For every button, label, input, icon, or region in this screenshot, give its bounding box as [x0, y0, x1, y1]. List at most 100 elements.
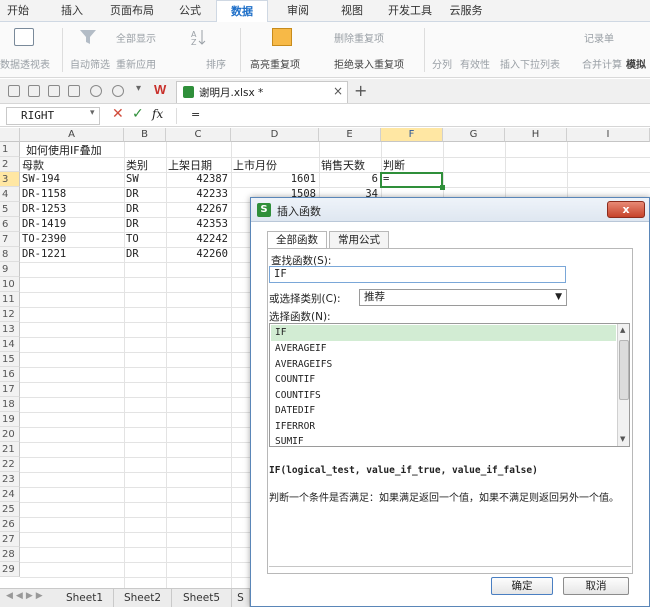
header-cell[interactable]: 上市月份	[233, 158, 277, 173]
row-header[interactable]: 17	[0, 382, 20, 397]
row-header[interactable]: 19	[0, 412, 20, 427]
insert-function-icon[interactable]: fx	[152, 107, 163, 121]
row-header[interactable]: 4	[0, 187, 20, 202]
tab-common-formulas[interactable]: 常用公式	[329, 231, 389, 248]
insert-dropdown-button[interactable]: 插入下拉列表	[500, 56, 560, 71]
tab-data[interactable]: 数据	[216, 0, 268, 23]
row-header[interactable]: 5	[0, 202, 20, 217]
cancel-formula-icon[interactable]: ✕	[112, 106, 124, 122]
list-item[interactable]: DATEDIF	[271, 403, 616, 419]
sheet-nav-arrows-icon[interactable]: ◀◀▶▶	[6, 591, 46, 601]
data-cell[interactable]: 42242	[166, 232, 228, 247]
row-header[interactable]: 13	[0, 322, 20, 337]
search-function-input[interactable]: IF	[269, 266, 566, 283]
print-icon[interactable]	[48, 85, 60, 97]
cancel-button[interactable]: 取消	[563, 577, 629, 595]
list-item[interactable]: COUNTIF	[271, 372, 616, 388]
row-header[interactable]: 21	[0, 442, 20, 457]
list-item[interactable]: SUMIF	[271, 434, 616, 446]
document-tab[interactable]: 谢明月.xlsx * ×	[176, 81, 348, 103]
data-cell[interactable]: DR	[126, 202, 166, 217]
close-tab-icon[interactable]: ×	[333, 84, 343, 98]
scroll-down-icon[interactable]: ▼	[620, 435, 625, 443]
data-cell[interactable]: DR-1419	[22, 217, 122, 232]
sheet-title-cell[interactable]: 如何使用IF叠加	[26, 143, 102, 158]
fill-handle[interactable]	[440, 185, 445, 190]
row-header[interactable]: 29	[0, 562, 20, 577]
tab-page-layout[interactable]: 页面布局	[104, 0, 160, 22]
new-tab-icon[interactable]: +	[354, 81, 367, 100]
data-cell[interactable]: DR-1253	[22, 202, 122, 217]
select-all-corner[interactable]	[0, 128, 20, 142]
column-header[interactable]: C	[166, 128, 231, 142]
ok-button[interactable]: 确定	[491, 577, 553, 595]
category-select[interactable]: 推荐 ▼	[359, 289, 567, 306]
tab-view[interactable]: 视图	[332, 0, 372, 22]
row-header[interactable]: 6	[0, 217, 20, 232]
data-cell[interactable]: 42260	[166, 247, 228, 262]
header-cell[interactable]: 判断	[383, 158, 405, 173]
tab-all-functions[interactable]: 全部函数	[267, 231, 327, 249]
data-cell[interactable]: DR	[126, 247, 166, 262]
sheet-tab[interactable]: Sheet1	[56, 589, 114, 607]
column-header[interactable]: E	[319, 128, 381, 142]
row-header[interactable]: 14	[0, 337, 20, 352]
merge-calc-button[interactable]: 合并计算	[582, 56, 622, 71]
sheet-tab[interactable]: Sheet5	[172, 589, 232, 607]
tab-home[interactable]: 开始	[0, 0, 36, 22]
row-header[interactable]: 9	[0, 262, 20, 277]
customize-arrow-icon[interactable]: ▾	[136, 83, 141, 94]
column-header[interactable]: A	[20, 128, 124, 142]
row-header[interactable]: 2	[0, 157, 20, 172]
redo-icon[interactable]	[112, 85, 124, 97]
dialog-close-button[interactable]: x	[607, 201, 645, 218]
list-item[interactable]: AVERAGEIFS	[271, 357, 616, 373]
row-header[interactable]: 3	[0, 172, 20, 187]
header-cell[interactable]: 母款	[22, 158, 44, 173]
data-cell[interactable]: 1601	[231, 172, 316, 187]
simulate-button[interactable]: 模拟	[626, 56, 646, 71]
data-cell[interactable]: 42387	[166, 172, 228, 187]
tab-formulas[interactable]: 公式	[170, 0, 210, 22]
tab-developer[interactable]: 开发工具	[382, 0, 438, 22]
sheet-tab[interactable]: Sheet2	[114, 589, 172, 607]
header-cell[interactable]: 销售天数	[321, 158, 365, 173]
column-header[interactable]: G	[443, 128, 505, 142]
row-header[interactable]: 15	[0, 352, 20, 367]
active-cell[interactable]	[380, 172, 443, 188]
row-header[interactable]: 24	[0, 487, 20, 502]
confirm-formula-icon[interactable]: ✓	[132, 106, 144, 122]
data-cell[interactable]: TO-2390	[22, 232, 122, 247]
data-cell[interactable]: SW	[126, 172, 166, 187]
header-cell[interactable]: 类别	[126, 158, 148, 173]
preview-icon[interactable]	[68, 85, 80, 97]
column-header[interactable]: I	[567, 128, 650, 142]
sort-button[interactable]: 排序	[206, 56, 226, 71]
data-cell[interactable]: TO	[126, 232, 166, 247]
row-header[interactable]: 16	[0, 367, 20, 382]
scroll-up-icon[interactable]: ▲	[620, 326, 625, 334]
autofilter-button[interactable]: 自动筛选	[70, 56, 110, 71]
row-header[interactable]: 11	[0, 292, 20, 307]
row-header[interactable]: 12	[0, 307, 20, 322]
data-cell[interactable]: 42233	[166, 187, 228, 202]
row-header[interactable]: 1	[0, 142, 20, 157]
row-header[interactable]: 10	[0, 277, 20, 292]
row-header[interactable]: 23	[0, 472, 20, 487]
data-cell[interactable]: DR-1158	[22, 187, 122, 202]
data-cell[interactable]: SW-194	[22, 172, 122, 187]
data-cell[interactable]: 6	[319, 172, 378, 187]
name-box-dropdown-icon[interactable]: ▾	[90, 108, 95, 118]
tab-insert[interactable]: 插入	[52, 0, 92, 22]
validity-button[interactable]: 有效性	[460, 56, 490, 71]
undo-icon[interactable]	[90, 85, 102, 97]
record-form-button[interactable]: 记录单	[584, 30, 614, 45]
show-all-button[interactable]: 全部显示	[116, 30, 156, 45]
data-cell[interactable]: DR-1221	[22, 247, 122, 262]
highlight-duplicates-button[interactable]: 高亮重复项	[250, 56, 300, 71]
list-item[interactable]: IFERROR	[271, 419, 616, 435]
name-box[interactable]: RIGHT	[6, 107, 100, 125]
list-item[interactable]: IF	[271, 325, 616, 341]
column-header[interactable]: B	[124, 128, 166, 142]
tab-review[interactable]: 审阅	[278, 0, 318, 22]
